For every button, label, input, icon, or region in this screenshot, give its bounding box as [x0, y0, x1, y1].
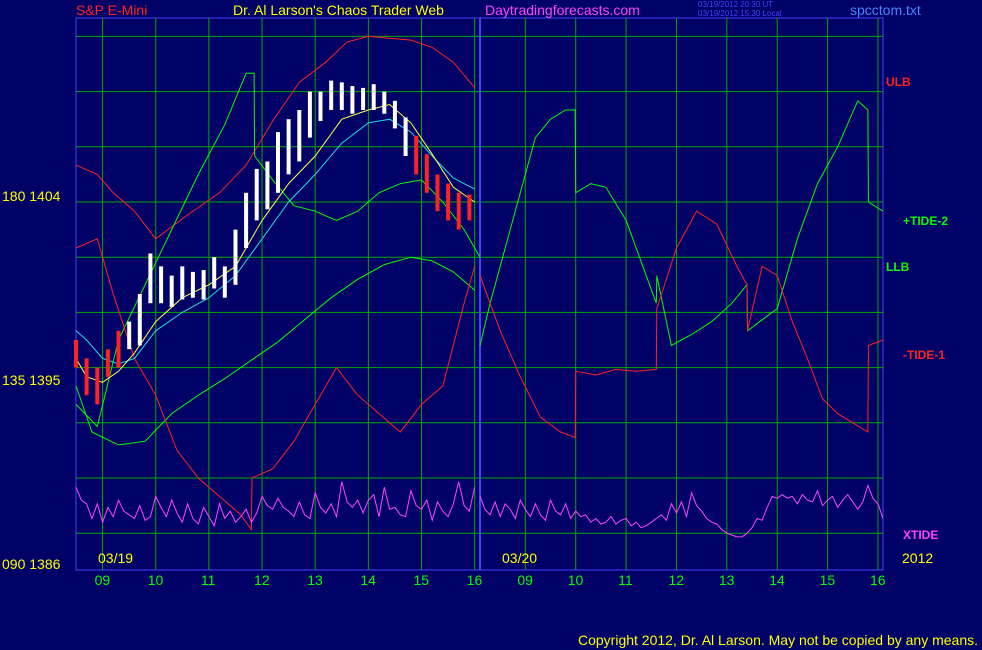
- series-line--tide-1-day-2: [479, 210, 884, 439]
- x-hour-tick-label: 10: [567, 572, 584, 588]
- x-hour-tick-label: 13: [307, 572, 323, 588]
- price-bar: [180, 266, 185, 300]
- x-hour-tick-label: 15: [413, 572, 430, 588]
- series-line--tide-2-day-1: [75, 72, 481, 428]
- site-link[interactable]: Daytradingforecasts.com: [485, 2, 640, 18]
- price-bar: [105, 349, 110, 377]
- price-bar: [329, 80, 334, 110]
- price-bar: [116, 330, 121, 368]
- price-bar: [222, 266, 227, 298]
- x-hour-tick-label: 14: [360, 572, 376, 588]
- price-bar: [446, 183, 451, 221]
- x-hour-tick-label: 12: [668, 572, 685, 588]
- price-bar: [403, 117, 408, 156]
- copyright-notice: Copyright 2012, Dr. Al Larson. May not b…: [577, 632, 978, 648]
- x-hour-tick-label: 09: [94, 572, 111, 588]
- price-bar: [169, 275, 174, 307]
- year-label: 2012: [902, 550, 934, 566]
- price-bar: [414, 135, 419, 175]
- price-bar: [74, 340, 78, 368]
- x-hour-tick-label: 16: [466, 572, 483, 588]
- price-bar: [435, 174, 440, 212]
- price-bar: [350, 86, 355, 114]
- price-bar: [339, 82, 344, 110]
- price-bar: [361, 87, 366, 110]
- price-bar: [371, 84, 376, 110]
- price-bar: [254, 168, 259, 221]
- price-bar: [392, 100, 397, 129]
- date-label-day1: 03/19: [98, 550, 134, 566]
- price-bar: [84, 358, 89, 396]
- timestamp-ut: 03/19/2012 20:30 UT: [698, 0, 774, 9]
- x-hour-tick-label: 12: [254, 572, 270, 588]
- label-ulb: ULB: [886, 75, 911, 89]
- price-bar: [127, 321, 132, 350]
- price-bar: [467, 194, 472, 221]
- x-hour-tick-label: 11: [200, 572, 216, 588]
- chart-symbol-title: S&P E-Mini: [76, 2, 148, 18]
- y-tick-label-1395: 135 1395: [2, 372, 61, 388]
- x-hour-tick-label: 14: [769, 572, 785, 588]
- price-bar: [265, 161, 270, 210]
- label-llb: LLB: [886, 260, 910, 274]
- price-bar: [318, 91, 323, 121]
- label-tide-plus-2: +TIDE-2: [903, 214, 949, 228]
- price-bar: [137, 294, 142, 346]
- price-bar: [148, 253, 153, 304]
- price-bar: [424, 154, 429, 193]
- price-bar: [201, 270, 206, 300]
- label-xtide: XTIDE: [903, 528, 939, 542]
- price-bar: [159, 266, 164, 304]
- series-line--tide-1-day-1: [75, 238, 476, 532]
- label-tide-minus-1: -TIDE-1: [903, 348, 945, 362]
- price-bar: [456, 192, 461, 230]
- price-bar: [276, 132, 280, 193]
- price-bar: [382, 91, 387, 114]
- data-file-name: spcctom.txt: [850, 2, 921, 18]
- price-bar: [286, 119, 291, 175]
- series-line-xtide-day-1: [75, 481, 476, 528]
- price-bar: [95, 367, 100, 405]
- x-hour-tick-label: 13: [718, 572, 735, 588]
- price-bar: [307, 91, 312, 138]
- series-line-xtide-day-2: [479, 483, 884, 538]
- price-bar: [244, 192, 249, 248]
- price-bar: [212, 257, 217, 289]
- price-bar: [297, 110, 302, 162]
- x-hour-tick-label: 15: [819, 572, 836, 588]
- date-label-day2: 03/20: [502, 550, 538, 566]
- price-bar: [233, 229, 238, 285]
- x-hour-tick-label: 16: [869, 572, 886, 588]
- series-line--tide-2-day-2: [479, 99, 884, 347]
- x-hour-tick-label: 10: [147, 572, 164, 588]
- timestamp-local: 03/19/2012 15:30 Local: [698, 9, 782, 18]
- x-hour-tick-label: 09: [517, 572, 533, 588]
- chart-canvas: [74, 17, 884, 571]
- y-tick-label-1386: 090 1386: [2, 556, 61, 572]
- price-bar: [190, 271, 195, 298]
- x-hour-tick-label: 11: [618, 572, 633, 588]
- chart-main-title: Dr. Al Larson's Chaos Trader Web: [233, 2, 444, 18]
- y-tick-label-1404: 180 1404: [2, 188, 61, 204]
